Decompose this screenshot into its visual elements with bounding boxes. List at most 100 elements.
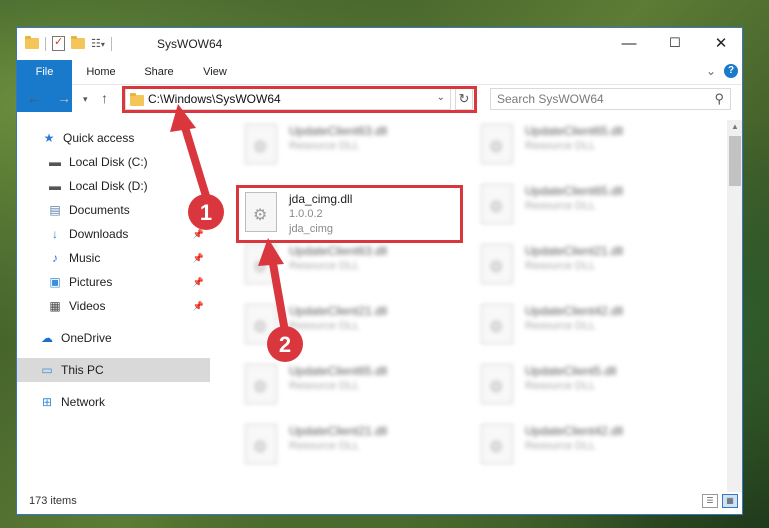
- network-icon: ⊞: [41, 395, 53, 409]
- scrollbar-thumb[interactable]: [729, 136, 741, 186]
- sidebar-item-label: Pictures: [69, 275, 113, 289]
- drive-icon: ▬: [49, 179, 61, 193]
- file-item[interactable]: UpdateClient21.dll Resource DLL: [241, 300, 471, 352]
- file-item[interactable]: UpdateClient21.dll Resource DLL: [241, 420, 471, 472]
- dll-file-icon: [481, 184, 513, 224]
- file-name: UpdateClient21.dll: [289, 304, 388, 318]
- tab-home[interactable]: Home: [79, 60, 123, 84]
- status-bar: 173 items ☰ ▦: [17, 492, 742, 514]
- file-item[interactable]: UpdateClient63.dll Resource DLL: [241, 240, 471, 292]
- details-view-icon[interactable]: ☰: [702, 494, 718, 508]
- folder-icon: [25, 36, 39, 49]
- pin-icon[interactable]: 📌: [193, 253, 204, 264]
- sidebar-item-label: Downloads: [69, 227, 129, 241]
- file-type: Resource DLL: [289, 320, 360, 332]
- file-item[interactable]: UpdateClient42.dll Resource DLL: [477, 420, 707, 472]
- file-name: UpdateClient63.dll: [289, 124, 388, 138]
- search-box[interactable]: Search SysWOW64 ⚲: [490, 88, 731, 110]
- vertical-scrollbar[interactable]: ▲: [727, 120, 742, 492]
- address-highlight: [122, 86, 477, 113]
- dll-file-icon: [481, 244, 513, 284]
- videos-icon: ▦: [49, 299, 61, 313]
- separator: [45, 36, 46, 51]
- file-name: UpdateClient21.dll: [525, 244, 624, 258]
- file-type: Resource DLL: [525, 200, 596, 212]
- file-type: Resource DLL: [289, 380, 360, 392]
- search-icon[interactable]: ⚲: [714, 91, 724, 107]
- dll-file-icon: [245, 124, 277, 164]
- sidebar-item-videos[interactable]: ▦ Videos 📌: [17, 294, 210, 318]
- quick-access-toolbar: ☷▾: [25, 35, 112, 51]
- pin-icon[interactable]: 📌: [193, 277, 204, 288]
- view-switcher: ☰ ▦: [702, 494, 738, 508]
- file-type: Resource DLL: [289, 440, 360, 452]
- back-arrow-icon[interactable]: ←: [27, 90, 41, 106]
- sidebar-item-onedrive[interactable]: ☁ OneDrive: [17, 326, 210, 350]
- dll-file-icon: [481, 424, 513, 464]
- search-input[interactable]: Search SysWOW64: [497, 92, 604, 106]
- file-item[interactable]: UpdateClient42.dll Resource DLL: [477, 300, 707, 352]
- sidebar-item-local-disk-d[interactable]: ▬ Local Disk (D:): [17, 174, 210, 198]
- dll-file-icon: [481, 304, 513, 344]
- help-icon[interactable]: ?: [724, 64, 738, 78]
- sidebar-item-this-pc[interactable]: ▭ This PC: [17, 358, 210, 382]
- new-folder-icon[interactable]: [71, 36, 85, 49]
- file-type: Resource DLL: [525, 140, 596, 152]
- pin-icon[interactable]: 📌: [193, 229, 204, 240]
- file-item[interactable]: UpdateClient63.dll Resource DLL: [241, 120, 471, 172]
- recent-locations-icon[interactable]: ▾: [83, 94, 88, 105]
- sidebar-item-local-disk-c[interactable]: ▬ Local Disk (C:): [17, 150, 210, 174]
- title-bar: ☷▾ SysWOW64 — ☐ ✕: [17, 28, 742, 60]
- pin-icon[interactable]: 📌: [193, 301, 204, 312]
- file-name: UpdateClient65.dll: [525, 184, 624, 198]
- sidebar-item-label: Local Disk (C:): [69, 155, 148, 169]
- ribbon-controls: ⌄ ?: [706, 64, 738, 78]
- sidebar-item-downloads[interactable]: ↓ Downloads 📌: [17, 222, 210, 246]
- customize-toolbar-icon[interactable]: ☷▾: [91, 37, 105, 50]
- sidebar-item-label: OneDrive: [61, 331, 112, 345]
- tab-view[interactable]: View: [195, 60, 235, 84]
- tab-share[interactable]: Share: [137, 60, 181, 84]
- file-type: Resource DLL: [525, 380, 596, 392]
- file-type: Resource DLL: [525, 260, 596, 272]
- file-item[interactable]: UpdateClient65.dll Resource DLL: [241, 360, 471, 412]
- sidebar-item-music[interactable]: ♪ Music 📌: [17, 246, 210, 270]
- minimize-button[interactable]: —: [606, 28, 652, 58]
- dll-file-icon: [245, 304, 277, 344]
- file-explorer-window: ☷▾ SysWOW64 — ☐ ✕ File Home Share View ⌄…: [16, 27, 743, 515]
- file-name: UpdateClient42.dll: [525, 424, 624, 438]
- up-arrow-icon[interactable]: ↑: [101, 90, 108, 106]
- sidebar-item-documents[interactable]: ▤ Documents: [17, 198, 210, 222]
- expand-ribbon-icon[interactable]: ⌄: [706, 64, 716, 78]
- sidebar-item-label: Videos: [69, 299, 106, 313]
- file-name: UpdateClient21.dll: [289, 424, 388, 438]
- sidebar-item-label: Local Disk (D:): [69, 179, 148, 193]
- file-name: UpdateClient65.dll: [289, 364, 388, 378]
- tiles-view-icon[interactable]: ▦: [722, 494, 738, 508]
- dll-file-icon: [481, 364, 513, 404]
- file-item[interactable]: UpdateClient65.dll Resource DLL: [477, 120, 707, 172]
- documents-icon: ▤: [49, 203, 61, 217]
- drive-icon: ▬: [49, 155, 61, 169]
- close-button[interactable]: ✕: [698, 28, 742, 58]
- sidebar-item-network[interactable]: ⊞ Network: [17, 390, 210, 414]
- file-type: Resource DLL: [525, 320, 596, 332]
- pc-icon: ▭: [41, 363, 53, 377]
- downloads-icon: ↓: [52, 227, 58, 241]
- dll-file-icon: [245, 424, 277, 464]
- sidebar-item-pictures[interactable]: ▣ Pictures 📌: [17, 270, 210, 294]
- file-name: UpdateClient63.dll: [289, 244, 388, 258]
- file-item[interactable]: UpdateClient5.dll Resource DLL: [477, 360, 707, 412]
- window-title: SysWOW64: [157, 37, 223, 51]
- file-type: Resource DLL: [289, 140, 360, 152]
- forward-arrow-icon[interactable]: →: [57, 90, 71, 106]
- sidebar-item-quick-access[interactable]: ★ Quick access: [17, 126, 210, 150]
- maximize-button[interactable]: ☐: [652, 28, 698, 58]
- properties-icon[interactable]: [52, 35, 65, 51]
- scroll-up-icon[interactable]: ▲: [731, 122, 739, 131]
- onedrive-icon: ☁: [41, 331, 53, 345]
- file-item[interactable]: UpdateClient65.dll Resource DLL: [477, 180, 707, 232]
- file-item[interactable]: UpdateClient21.dll Resource DLL: [477, 240, 707, 292]
- item-count: 173 items: [29, 495, 77, 507]
- file-type: Resource DLL: [289, 260, 360, 272]
